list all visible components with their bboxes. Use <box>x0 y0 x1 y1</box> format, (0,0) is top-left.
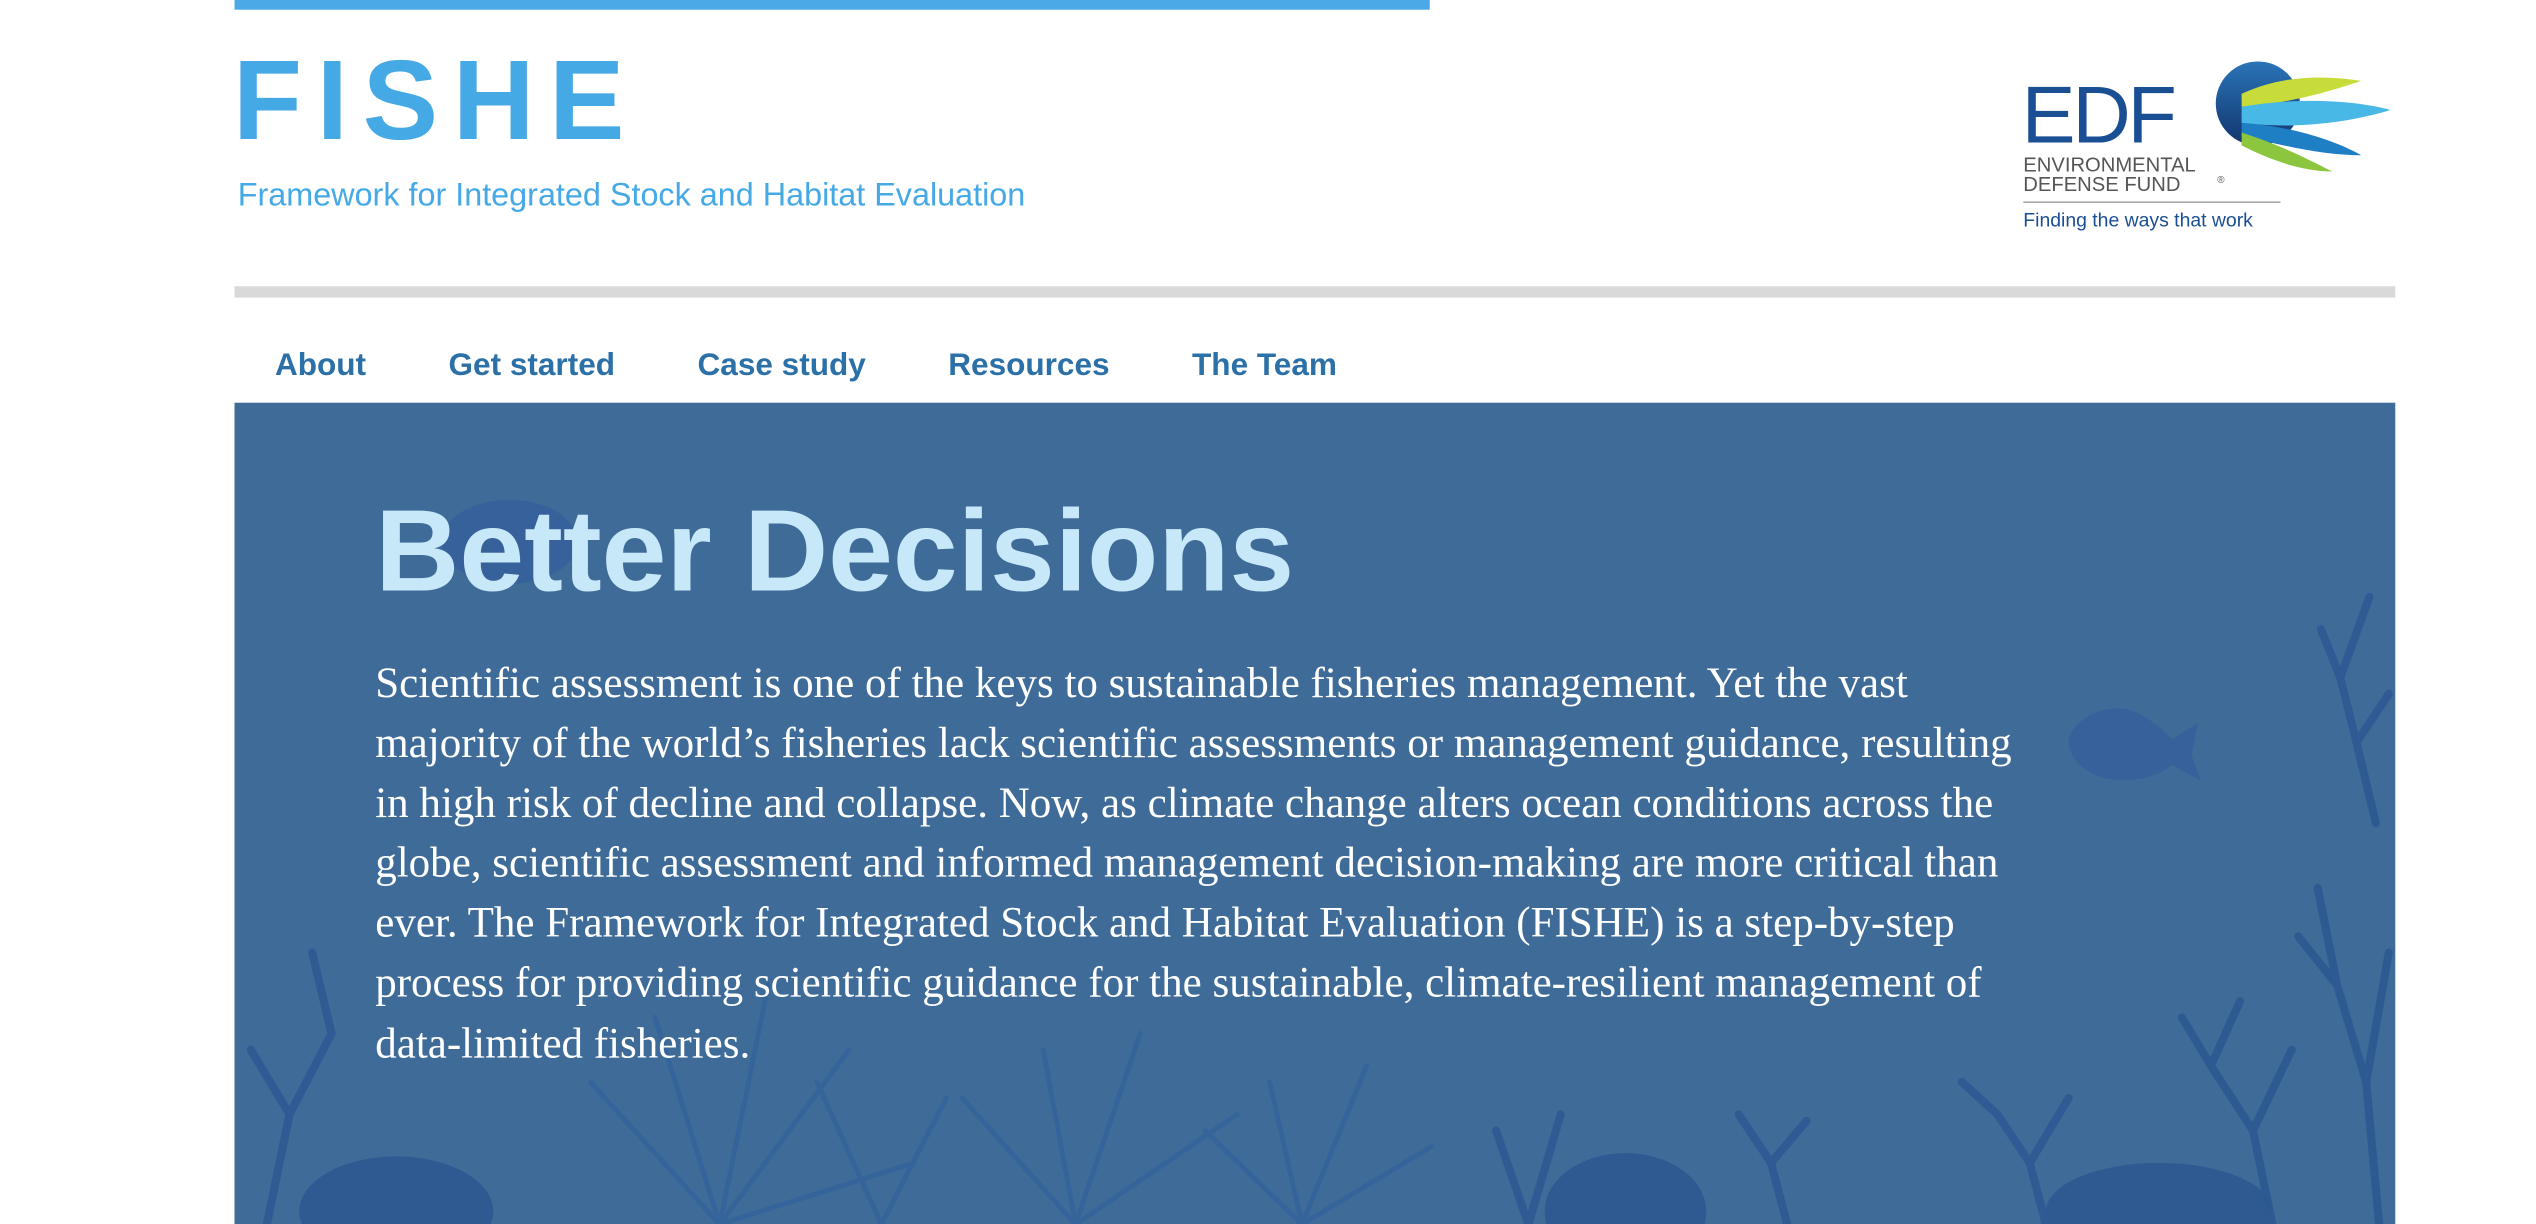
page: FISHE Framework for Integrated Stock and… <box>0 0 2536 1224</box>
svg-text:®: ® <box>2217 175 2224 186</box>
edf-slogan: Finding the ways that work <box>2023 209 2253 231</box>
site-tagline: Framework for Integrated Stock and Habit… <box>237 177 1026 214</box>
edf-line2: DEFENSE FUND <box>2023 174 2180 196</box>
edf-wordmark: EDF <box>2022 70 2175 160</box>
main-nav: About Get started Case study Resources T… <box>235 333 1379 398</box>
fishe-logo[interactable]: FISHE <box>233 36 639 165</box>
edf-logo[interactable]: EDF ENVIRONMENTAL DEFENSE FUND ® Finding… <box>2015 58 2397 246</box>
hero-body-text: Scientific assessment is one of the keys… <box>375 658 2012 1067</box>
nav-item-case-study[interactable]: Case study <box>698 333 866 398</box>
nav-item-the-team[interactable]: The Team <box>1192 333 1337 398</box>
nav-item-about[interactable]: About <box>275 333 366 398</box>
top-accent-bar <box>234 0 1430 10</box>
nav-item-resources[interactable]: Resources <box>948 333 1109 398</box>
hero-banner: Better Decisions Scientific assessment i… <box>234 402 2396 1224</box>
nav-item-get-started[interactable]: Get started <box>449 333 616 398</box>
hero-headline: Better Decisions <box>375 486 1295 617</box>
header-divider <box>234 286 2396 298</box>
